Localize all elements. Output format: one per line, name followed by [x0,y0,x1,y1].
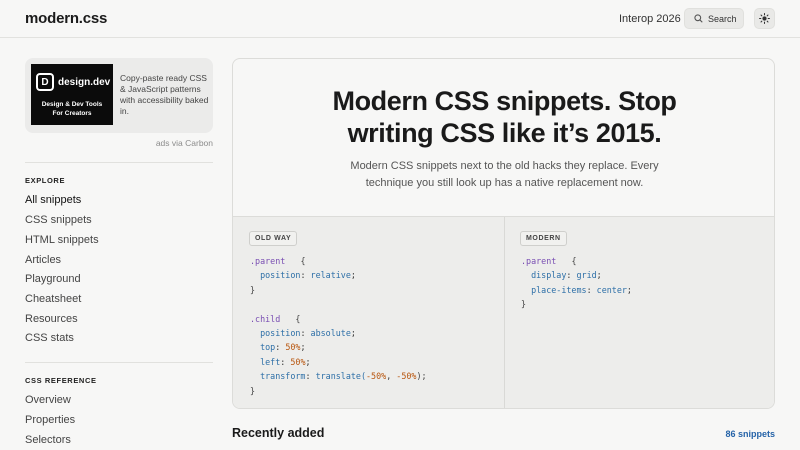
page-subtitle: Modern CSS snippets next to the old hack… [343,158,666,192]
ad-text[interactable]: Copy-paste ready CSS & JavaScript patter… [120,73,210,117]
code-brace: } [521,299,527,310]
code-end: ); [416,371,427,382]
code-property: display [531,270,567,281]
code-selector: .parent [250,256,286,266]
code-property: position [260,328,301,339]
design-dev-logo-icon: D [36,73,54,91]
code-property: transform [260,371,306,382]
code-brace: { [295,313,301,324]
page-title-line2: writing CSS like it’s 2015. [347,118,662,148]
code-value: absolute [310,328,351,339]
ads-via-carbon-link[interactable]: ads via Carbon [25,138,213,148]
recently-added-heading: Recently added [232,426,325,440]
modern-code: .parent { display: grid; place-items: ce… [521,256,632,310]
ad-brand: design.dev [58,76,111,88]
code-property: left [260,356,281,367]
sidebar-item-html-snippets[interactable]: HTML snippets [25,234,99,246]
page-subtitle-line2: technique you still look up has a native… [365,177,644,189]
ad-tagline-line1: Design & Dev Tools [41,101,103,108]
sun-icon [759,13,770,24]
sidebar-item-resources[interactable]: Resources [25,313,78,325]
code-brace: { [571,256,577,266]
explore-section-title: EXPLORE [25,176,66,185]
sidebar-item-css-stats[interactable]: CSS stats [25,332,74,344]
search-icon [694,14,703,23]
hero-card: Modern CSS snippets. Stop writing CSS li… [232,58,775,409]
old-way-badge: OLD WAY [249,231,298,246]
interop-link[interactable]: Interop 2026 [619,13,681,25]
sidebar-item-all-snippets[interactable]: All snippets [25,194,81,206]
code-property: place-items [531,284,587,295]
code-separator: , [386,371,397,382]
site-logo[interactable]: modern.css [25,10,107,27]
sidebar-divider [25,362,213,363]
modern-badge: MODERN [520,231,567,246]
theme-toggle-button[interactable] [754,8,775,29]
sidebar-item-selectors[interactable]: Selectors [25,434,71,446]
sidebar-item-properties[interactable]: Properties [25,414,75,426]
code-property: top [260,342,276,353]
code-value: relative [310,270,351,281]
ad-image[interactable]: D design.dev Design & Dev Tools For Crea… [31,64,113,125]
code-value: center [596,284,627,295]
page-subtitle-line1: Modern CSS snippets next to the old hack… [350,160,659,172]
search-button[interactable]: Search [684,8,744,29]
code-number: -50 [366,371,382,382]
sidebar-item-css-snippets[interactable]: CSS snippets [25,214,92,226]
css-reference-section-title: CSS REFERENCE [25,376,97,385]
carbon-ad[interactable]: D design.dev Design & Dev Tools For Crea… [25,58,213,133]
old-way-code: .parent { position: relative; } .child {… [250,256,427,396]
pane-divider [504,217,505,408]
snippets-count-link[interactable]: 86 snippets [700,429,775,439]
code-number: 50 [290,356,301,367]
code-brace: } [250,284,256,295]
sidebar-item-articles[interactable]: Articles [25,254,61,266]
sidebar-divider [25,162,213,163]
code-brace: } [250,385,256,396]
code-brace: { [300,256,306,266]
code-selector: .child [250,313,281,324]
code-number: 50 [285,342,296,353]
page-title-line1: Modern CSS snippets. Stop [332,86,677,116]
code-selector: .parent [521,256,557,266]
code-number: -50 [396,371,412,382]
search-label: Search [708,13,737,24]
code-unit: % [295,342,301,353]
top-header: modern.css Interop 2026 Search [0,0,800,38]
ad-tagline-line2: For Creators [52,110,92,117]
sidebar-item-overview[interactable]: Overview [25,394,71,406]
code-comparison: OLD WAY .parent { position: relative; } … [233,216,774,408]
code-function: translate( [315,371,366,382]
code-value: grid [576,270,597,281]
code-unit: % [300,356,306,367]
sidebar-item-playground[interactable]: Playground [25,273,81,285]
page-title: Modern CSS snippets. Stop writing CSS li… [233,85,774,149]
sidebar-item-cheatsheet[interactable]: Cheatsheet [25,293,81,305]
ad-tagline: Design & Dev Tools For Creators [31,100,113,118]
code-property: position [260,270,301,281]
